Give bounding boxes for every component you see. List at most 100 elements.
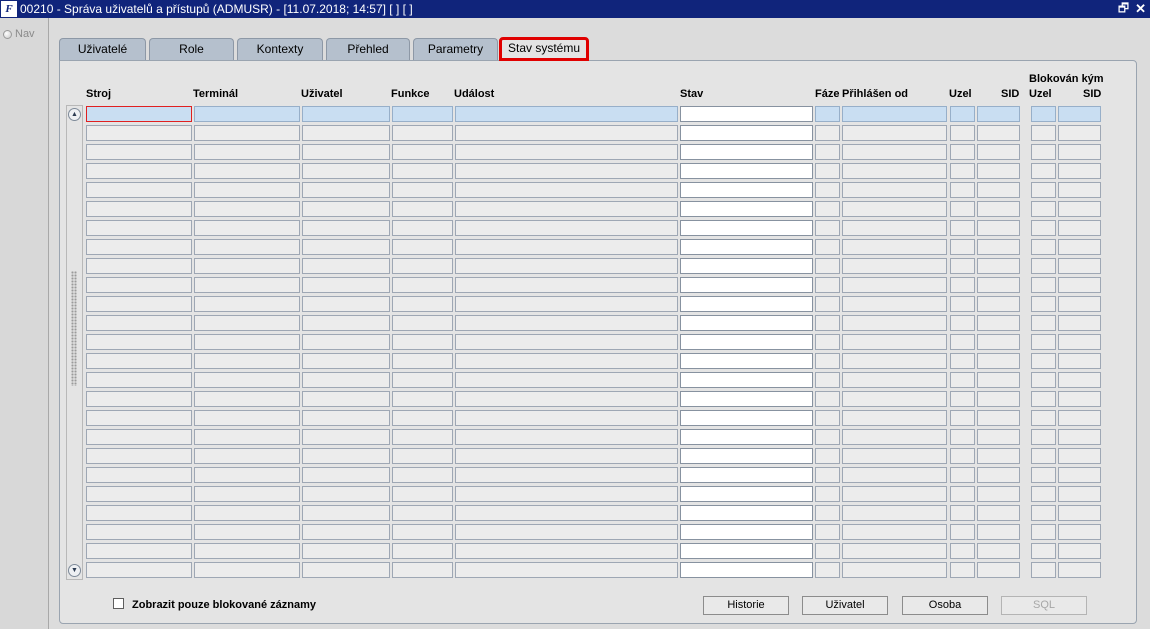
cell-terminal[interactable] — [194, 505, 300, 521]
cell-blokovan-sid[interactable] — [1058, 562, 1101, 578]
cell-sid[interactable] — [977, 201, 1020, 217]
cell-stav[interactable] — [680, 277, 813, 293]
cell-uzel[interactable] — [950, 467, 975, 483]
cell-uzel[interactable] — [950, 277, 975, 293]
cell-uzel[interactable] — [950, 258, 975, 274]
cell-funkce[interactable] — [392, 201, 453, 217]
cell-uzivatel[interactable] — [302, 524, 390, 540]
cell-sid[interactable] — [977, 543, 1020, 559]
scroll-thumb[interactable] — [71, 271, 77, 386]
cell-uzivatel[interactable] — [302, 220, 390, 236]
cell-blokovan-sid[interactable] — [1058, 372, 1101, 388]
cell-udalost[interactable] — [455, 182, 678, 198]
tab-kontexty[interactable]: Kontexty — [237, 38, 323, 60]
cell-stroj[interactable] — [86, 334, 192, 350]
cell-faze[interactable] — [815, 372, 840, 388]
cell-stav[interactable] — [680, 106, 813, 122]
cell-uzel[interactable] — [950, 410, 975, 426]
cell-prihlasen-od[interactable] — [842, 315, 947, 331]
cell-blokovan-uzel[interactable] — [1031, 296, 1056, 312]
cell-stroj[interactable] — [86, 486, 192, 502]
cell-uzel[interactable] — [950, 182, 975, 198]
cell-stroj[interactable] — [86, 258, 192, 274]
cell-blokovan-uzel[interactable] — [1031, 258, 1056, 274]
cell-stav[interactable] — [680, 524, 813, 540]
cell-uzel[interactable] — [950, 125, 975, 141]
cell-faze[interactable] — [815, 353, 840, 369]
cell-stav[interactable] — [680, 353, 813, 369]
cell-sid[interactable] — [977, 258, 1020, 274]
vertical-scrollbar[interactable]: ▲ ▼ — [66, 105, 83, 580]
cell-terminal[interactable] — [194, 372, 300, 388]
cell-stav[interactable] — [680, 562, 813, 578]
cell-blokovan-sid[interactable] — [1058, 315, 1101, 331]
cell-uzel[interactable] — [950, 372, 975, 388]
cell-prihlasen-od[interactable] — [842, 258, 947, 274]
cell-terminal[interactable] — [194, 277, 300, 293]
cell-blokovan-uzel[interactable] — [1031, 125, 1056, 141]
cell-stav[interactable] — [680, 239, 813, 255]
cell-uzel[interactable] — [950, 562, 975, 578]
cell-stav[interactable] — [680, 429, 813, 445]
cell-funkce[interactable] — [392, 429, 453, 445]
cell-udalost[interactable] — [455, 144, 678, 160]
cell-faze[interactable] — [815, 296, 840, 312]
cell-blokovan-uzel[interactable] — [1031, 353, 1056, 369]
cell-sid[interactable] — [977, 277, 1020, 293]
cell-funkce[interactable] — [392, 277, 453, 293]
cell-uzivatel[interactable] — [302, 296, 390, 312]
cell-prihlasen-od[interactable] — [842, 467, 947, 483]
cell-prihlasen-od[interactable] — [842, 201, 947, 217]
cell-faze[interactable] — [815, 543, 840, 559]
cell-stav[interactable] — [680, 201, 813, 217]
cell-uzivatel[interactable] — [302, 315, 390, 331]
cell-uzivatel[interactable] — [302, 391, 390, 407]
cell-udalost[interactable] — [455, 277, 678, 293]
cell-udalost[interactable] — [455, 239, 678, 255]
cell-faze[interactable] — [815, 486, 840, 502]
cell-faze[interactable] — [815, 448, 840, 464]
cell-funkce[interactable] — [392, 524, 453, 540]
cell-sid[interactable] — [977, 296, 1020, 312]
cell-udalost[interactable] — [455, 125, 678, 141]
cell-blokovan-sid[interactable] — [1058, 163, 1101, 179]
cell-uzel[interactable] — [950, 505, 975, 521]
cell-udalost[interactable] — [455, 562, 678, 578]
cell-sid[interactable] — [977, 448, 1020, 464]
cell-uzel[interactable] — [950, 429, 975, 445]
cell-faze[interactable] — [815, 562, 840, 578]
cell-terminal[interactable] — [194, 239, 300, 255]
cell-uzivatel[interactable] — [302, 505, 390, 521]
cell-stroj[interactable] — [86, 144, 192, 160]
cell-prihlasen-od[interactable] — [842, 239, 947, 255]
cell-udalost[interactable] — [455, 163, 678, 179]
cell-stroj[interactable] — [86, 505, 192, 521]
cell-blokovan-sid[interactable] — [1058, 258, 1101, 274]
cell-stroj[interactable] — [86, 524, 192, 540]
cell-blokovan-uzel[interactable] — [1031, 315, 1056, 331]
cell-terminal[interactable] — [194, 391, 300, 407]
cell-faze[interactable] — [815, 220, 840, 236]
cell-sid[interactable] — [977, 106, 1020, 122]
cell-stav[interactable] — [680, 182, 813, 198]
cell-uzivatel[interactable] — [302, 201, 390, 217]
cell-uzivatel[interactable] — [302, 372, 390, 388]
cell-prihlasen-od[interactable] — [842, 410, 947, 426]
cell-blokovan-uzel[interactable] — [1031, 334, 1056, 350]
cell-blokovan-uzel[interactable] — [1031, 106, 1056, 122]
cell-blokovan-sid[interactable] — [1058, 239, 1101, 255]
cell-blokovan-uzel[interactable] — [1031, 391, 1056, 407]
cell-sid[interactable] — [977, 239, 1020, 255]
cell-stav[interactable] — [680, 410, 813, 426]
cell-terminal[interactable] — [194, 543, 300, 559]
cell-blokovan-sid[interactable] — [1058, 524, 1101, 540]
cell-faze[interactable] — [815, 258, 840, 274]
cell-sid[interactable] — [977, 391, 1020, 407]
cell-terminal[interactable] — [194, 144, 300, 160]
cell-stroj[interactable] — [86, 353, 192, 369]
cell-funkce[interactable] — [392, 505, 453, 521]
cell-sid[interactable] — [977, 144, 1020, 160]
cell-uzivatel[interactable] — [302, 334, 390, 350]
cell-sid[interactable] — [977, 334, 1020, 350]
cell-terminal[interactable] — [194, 353, 300, 369]
